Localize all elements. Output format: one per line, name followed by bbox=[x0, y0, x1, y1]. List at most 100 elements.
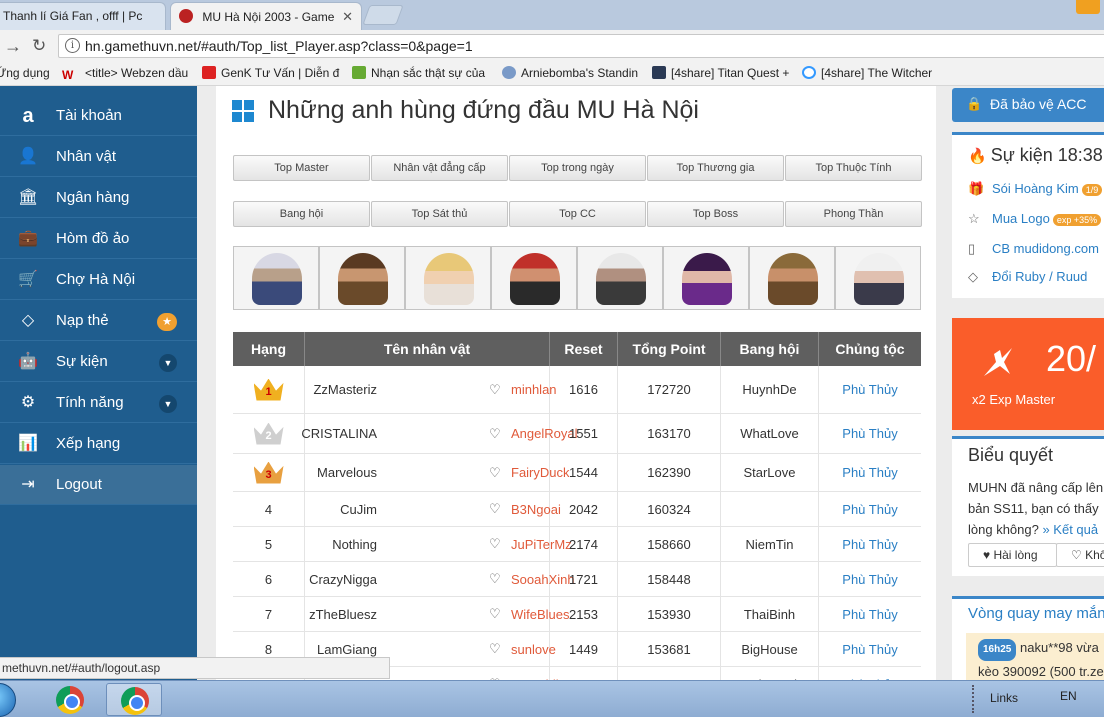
event-link[interactable]: ◇ Đổi Ruby / Ruud bbox=[968, 269, 1087, 285]
dark-lord-portrait-icon bbox=[596, 253, 646, 305]
sidebar-item-virtual-chest[interactable]: 💼 Hòm đồ ảo bbox=[0, 219, 197, 259]
reload-icon[interactable]: ↻ bbox=[32, 36, 46, 56]
new-tab-button[interactable] bbox=[362, 5, 404, 25]
sidebar-item-logout[interactable]: ⇥ Logout bbox=[0, 465, 197, 505]
race-cell[interactable]: Phù Thủy bbox=[819, 454, 921, 491]
reset-cell: 2153 bbox=[550, 597, 618, 631]
sidebar-nav: a Tài khoản 👤 Nhân vật 🏛 Ngân hàng 💼 Hòm… bbox=[0, 86, 197, 680]
bookmark-apps[interactable]: Ứng dụng bbox=[0, 66, 50, 80]
bookmark-item[interactable]: GenK Tư Vấn | Diễn đ bbox=[202, 66, 339, 80]
class-portrait-button[interactable] bbox=[491, 246, 577, 310]
heart-icon: ♡ bbox=[489, 571, 501, 586]
system-tray: Links EN bbox=[966, 681, 1104, 717]
bookmark-item[interactable]: Nhạn sắc thật sự của bbox=[352, 66, 485, 80]
chevron-down-icon[interactable]: ▼ bbox=[159, 395, 177, 413]
phong-than-button[interactable]: Phong Thần bbox=[785, 201, 922, 227]
class-portrait-button[interactable] bbox=[577, 246, 663, 310]
start-button[interactable] bbox=[0, 683, 16, 717]
character-name[interactable]: CuJim bbox=[340, 502, 377, 517]
character-name[interactable]: LamGiang bbox=[317, 642, 377, 657]
poll-satisfied-button[interactable]: ♥ Hài lòng bbox=[968, 543, 1057, 567]
bookmark-item[interactable]: Arniebomba's Standin bbox=[502, 66, 638, 80]
race-cell[interactable]: Phù Thủy bbox=[819, 597, 921, 631]
character-name[interactable]: zTheBluesz bbox=[309, 607, 377, 622]
character-name[interactable]: Nothing bbox=[332, 537, 377, 552]
points-cell: 158448 bbox=[618, 562, 721, 596]
race-cell[interactable]: Phù Thủy bbox=[819, 562, 921, 596]
bookmark-item[interactable]: [4share] Titan Quest + bbox=[652, 66, 789, 80]
character-name[interactable]: ZzMasteriz bbox=[313, 382, 377, 397]
top-boss-button[interactable]: Top Boss bbox=[647, 201, 784, 227]
address-bar[interactable]: i hn.gamethuvn.net/#auth/Top_list_Player… bbox=[58, 34, 1104, 58]
class-portrait-button[interactable] bbox=[405, 246, 491, 310]
android-icon: 🤖 bbox=[18, 353, 38, 370]
class-portrait-button[interactable] bbox=[749, 246, 835, 310]
lucky-wheel-title[interactable]: Vòng quay may mắn bbox=[968, 605, 1104, 622]
url-text: hn.gamethuvn.net/#auth/Top_list_Player.a… bbox=[85, 38, 473, 54]
sidebar-item-ranking[interactable]: 📊 Xếp hạng bbox=[0, 424, 197, 464]
toolbar-grip-icon[interactable] bbox=[972, 685, 976, 713]
class-portrait-button[interactable] bbox=[319, 246, 405, 310]
browser-tab[interactable]: Thanh lí Giá Fan , offf | Pc bbox=[0, 2, 166, 30]
name-cell: CrazyNigga ♡ SooahXinh bbox=[305, 562, 575, 596]
rank-cell: 7 bbox=[233, 597, 305, 631]
class-portrait-button[interactable] bbox=[233, 246, 319, 310]
links-toolbar[interactable]: Links bbox=[990, 691, 1018, 705]
events-panel: 🔥 Sự kiện 18:38: 🎁 Sói Hoàng Kim 1/9 ☆ Mua L… bbox=[952, 132, 1104, 298]
back-arrow-icon[interactable]: → bbox=[4, 36, 22, 57]
character-name[interactable]: CrazyNigga bbox=[309, 572, 377, 587]
top-master-button[interactable]: Top Master bbox=[233, 155, 370, 181]
event-tag: 1/9 bbox=[1081, 184, 1103, 196]
event-link[interactable]: 🎁 Sói Hoàng Kim 1/9 bbox=[968, 181, 1103, 197]
guild-cell: HuynhDe bbox=[721, 366, 819, 413]
poll-unsatisfied-button[interactable]: ♡ Khô bbox=[1056, 543, 1104, 567]
race-cell[interactable]: Phù Thủy bbox=[819, 527, 921, 561]
points-cell: 163170 bbox=[618, 414, 721, 453]
taskbar-chrome[interactable] bbox=[42, 683, 98, 716]
account-protected-button[interactable]: 🔒 Đã bảo vệ ACC bbox=[952, 88, 1104, 122]
top-attribute-button[interactable]: Top Thuộc Tính bbox=[785, 155, 922, 181]
table-row: 7 zTheBluesz ♡ WifeBlues 2153 153930 ThaiBinh P… bbox=[233, 597, 921, 632]
race-cell[interactable]: Phù Thủy bbox=[819, 632, 921, 666]
fire-icon: 🔥 bbox=[968, 148, 987, 165]
amazon-icon: a bbox=[22, 105, 34, 127]
character-name[interactable]: Marvelous bbox=[317, 465, 377, 480]
event-link[interactable]: ☆ Mua Logo exp +35% bbox=[968, 211, 1102, 227]
bookmark-item[interactable]: W <title> Webzen dầu bbox=[62, 66, 188, 82]
top-merchant-button[interactable]: Top Thương gia bbox=[647, 155, 784, 181]
race-cell[interactable]: Phù Thủy bbox=[819, 366, 921, 413]
character-name[interactable]: CRISTALINA bbox=[301, 426, 377, 441]
poll-result-link[interactable]: » Kết quả bbox=[1042, 522, 1098, 537]
taskbar-chrome-active[interactable] bbox=[106, 683, 162, 716]
name-cell: Nothing ♡ JuPiTerMz bbox=[305, 527, 572, 561]
race-cell[interactable]: Phù Thủy bbox=[819, 492, 921, 526]
sidebar-item-bank[interactable]: 🏛 Ngân hàng bbox=[0, 178, 197, 218]
sidebar-item-account[interactable]: a Tài khoản bbox=[0, 96, 197, 136]
class-portrait-button[interactable] bbox=[835, 246, 921, 310]
bookmark-item[interactable]: [4share] The Witcher bbox=[802, 66, 932, 80]
info-icon[interactable]: i bbox=[65, 38, 80, 53]
sidebar-item-character[interactable]: 👤 Nhân vật bbox=[0, 137, 197, 177]
promo-banner[interactable]: 20/ x2 Exp Master bbox=[952, 318, 1104, 430]
top-killer-button[interactable]: Top Sát thủ bbox=[371, 201, 508, 227]
promo-number: 20/ bbox=[1046, 338, 1097, 379]
class-portrait-button[interactable] bbox=[663, 246, 749, 310]
top-cc-button[interactable]: Top CC bbox=[509, 201, 646, 227]
window-minimize-button[interactable] bbox=[1076, 0, 1100, 14]
column-header-reset: Reset bbox=[550, 332, 618, 366]
race-cell[interactable]: Phù Thủy bbox=[819, 414, 921, 453]
browser-tab-active[interactable]: MU Hà Nội 2003 - Game ✕ bbox=[170, 2, 362, 30]
sidebar-item-events[interactable]: 🤖 Sự kiện ▼ bbox=[0, 342, 197, 382]
top-level-button[interactable]: Nhân vật đẳng cấp bbox=[371, 155, 508, 181]
top-daily-button[interactable]: Top trong ngày bbox=[509, 155, 646, 181]
sidebar-item-market[interactable]: 🛒 Chợ Hà Nội bbox=[0, 260, 197, 300]
event-link[interactable]: ▯ CB mudidong.com bbox=[968, 241, 1099, 257]
sidebar-item-recharge[interactable]: ◇ Nạp thẻ ★ bbox=[0, 301, 197, 341]
close-tab-icon[interactable]: ✕ bbox=[342, 9, 353, 25]
chevron-down-icon[interactable]: ▼ bbox=[159, 354, 177, 372]
sidebar-item-features[interactable]: ⚙ Tính năng ▼ bbox=[0, 383, 197, 423]
heart-icon: ♡ bbox=[489, 464, 501, 480]
race-cell[interactable]: Phù Thủy bbox=[819, 667, 921, 681]
guild-button[interactable]: Bang hội bbox=[233, 201, 370, 227]
language-indicator[interactable]: EN bbox=[1060, 689, 1077, 703]
